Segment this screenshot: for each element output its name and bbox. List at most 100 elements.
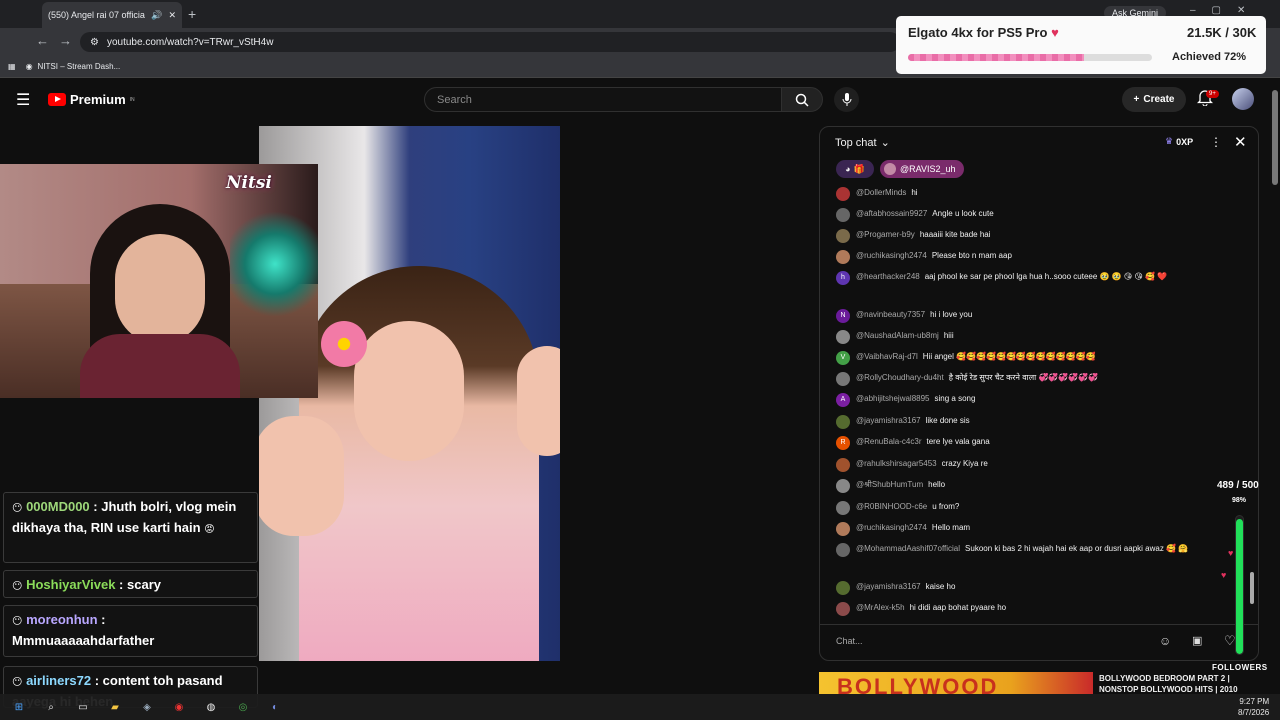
- chat-avatar[interactable]: [836, 479, 850, 493]
- chat-avatar[interactable]: R: [836, 436, 850, 450]
- chat-avatar[interactable]: [836, 543, 850, 557]
- chat-author[interactable]: @jayamishra3167: [856, 582, 921, 591]
- chat-message[interactable]: @jayamishra3167 kaise ho: [836, 581, 1236, 595]
- chat-message[interactable]: @RollyChoudhary-du4ht है कोई रेड सुपर चैट…: [836, 372, 1236, 386]
- chat-avatar[interactable]: [836, 501, 850, 515]
- chat-input[interactable]: [836, 632, 1156, 650]
- bookmark-item[interactable]: ◉ NITSI – Stream Dash...: [26, 62, 121, 71]
- chat-text: Please bto n mam aap: [931, 251, 1012, 260]
- chat-author[interactable]: @RenuBala-c4c3r: [856, 437, 921, 446]
- chat-author[interactable]: @DollerMinds: [856, 188, 906, 197]
- chat-avatar[interactable]: [836, 330, 850, 344]
- chat-avatar[interactable]: h: [836, 271, 850, 285]
- chat-message[interactable]: @ruchikasingh2474 Hello mam: [836, 522, 1236, 536]
- chat-author[interactable]: @ruchikasingh2474: [856, 523, 927, 532]
- obs-icon[interactable]: ◉: [170, 698, 188, 716]
- file-explorer-icon[interactable]: ▰: [106, 698, 124, 716]
- chat-author[interactable]: @MohammadAashif07official: [856, 544, 960, 553]
- chat-author[interactable]: @Progamer-b9y: [856, 230, 915, 239]
- chat-message[interactable]: @jayamishra3167 like done sis: [836, 415, 1236, 429]
- chat-avatar[interactable]: N: [836, 309, 850, 323]
- chat-avatar[interactable]: A: [836, 393, 850, 407]
- chat-author[interactable]: @navinbeauty7357: [856, 310, 925, 319]
- discord-icon[interactable]: ◐: [266, 698, 284, 716]
- app-icon[interactable]: ◍: [202, 698, 220, 716]
- emoji-icon[interactable]: ☺: [1159, 634, 1171, 648]
- new-tab-button[interactable]: +: [188, 6, 196, 22]
- window-controls[interactable]: –▢✕: [1190, 5, 1261, 16]
- chat-avatar[interactable]: [836, 229, 850, 243]
- chat-message[interactable]: A @abhijitshejwal8895 sing a song: [836, 393, 1236, 407]
- search-icon[interactable]: ⌕: [42, 698, 60, 716]
- site-info-icon[interactable]: ⚙: [90, 37, 99, 48]
- more-options-icon[interactable]: ⋮: [1210, 135, 1222, 149]
- search-button[interactable]: [781, 87, 823, 112]
- task-view-icon[interactable]: ▭: [74, 698, 92, 716]
- steam-icon[interactable]: ◈: [138, 698, 156, 716]
- chat-message[interactable]: @aftabhossain9927 Angle u look cute: [836, 208, 1236, 222]
- chat-message[interactable]: @rahulkshirsagar5453 crazy Kiya re: [836, 458, 1236, 472]
- chat-message[interactable]: @DollerMinds hi: [836, 187, 1236, 201]
- chat-mode-selector[interactable]: Top chat ⌄: [835, 136, 890, 150]
- xp-badge[interactable]: ♛ 0XP: [1165, 136, 1193, 147]
- create-button[interactable]: + Create: [1122, 87, 1186, 112]
- chat-author[interactable]: @ruchikasingh2474: [856, 251, 927, 260]
- gift-ticker[interactable]: ◕ 🎁: [836, 160, 874, 178]
- audio-icon[interactable]: 🔊: [151, 10, 162, 21]
- chat-message[interactable]: V @VaibhavRaj-d7l Hii angel 🥰🥰🥰🥰🥰🥰🥰🥰🥰🥰🥰🥰🥰🥰: [836, 351, 1236, 365]
- chat-avatar[interactable]: [836, 187, 850, 201]
- chat-scrollbar[interactable]: [1248, 186, 1254, 616]
- recommended-title[interactable]: BOLLYWOOD BEDROOM PART 2 | NONSTOP BOLLY…: [1099, 673, 1259, 695]
- super-chat-icon[interactable]: ▣: [1192, 634, 1202, 647]
- chat-avatar[interactable]: [836, 602, 850, 616]
- tab-close-icon[interactable]: ✕: [168, 10, 176, 21]
- chat-author[interactable]: @श्रीShubHumTum: [856, 480, 923, 489]
- overlay-chat-message: 😶 000MD000 : Jhuth bolri, vlog mein dikh…: [3, 492, 258, 563]
- voice-search-button[interactable]: [834, 87, 859, 112]
- chat-author[interactable]: @hearthacker248: [856, 272, 920, 281]
- chat-avatar[interactable]: [836, 458, 850, 472]
- hamburger-menu-icon[interactable]: ☰: [16, 90, 30, 110]
- account-avatar[interactable]: [1232, 88, 1254, 110]
- chat-author[interactable]: @R0BINHOOD-c6e: [856, 502, 927, 511]
- chat-author[interactable]: @RollyChoudhary-du4ht: [856, 373, 944, 382]
- chat-message[interactable]: @Progamer-b9y haaaiii kite bade hai: [836, 229, 1236, 243]
- chat-message[interactable]: @NaushadAlam-ub8mj hiii: [836, 330, 1236, 344]
- chat-avatar[interactable]: [836, 250, 850, 264]
- browser-tab[interactable]: (550) Angel rai 07 official s 🔊 ✕: [42, 2, 182, 28]
- heart-reaction-icon[interactable]: ♡: [1224, 633, 1236, 649]
- chat-message[interactable]: h @hearthacker248 aaj phool ke sar pe phoo…: [836, 271, 1236, 285]
- chat-avatar[interactable]: [836, 208, 850, 222]
- chat-message[interactable]: @MohammadAashif07official Sukoon ki bas 2…: [836, 543, 1236, 557]
- logo-text: Premium: [70, 92, 126, 107]
- chat-message[interactable]: @ruchikasingh2474 Please bto n mam aap: [836, 250, 1236, 264]
- close-icon[interactable]: ✕: [1234, 133, 1247, 151]
- chat-author[interactable]: @MrAlex-k5h: [856, 603, 905, 612]
- chat-avatar[interactable]: V: [836, 351, 850, 365]
- chat-scroll-thumb[interactable]: [1250, 572, 1254, 604]
- chat-message[interactable]: N @navinbeauty7357 hi i love you: [836, 309, 1236, 323]
- chat-message[interactable]: @R0BINHOOD-c6e u from?: [836, 501, 1236, 515]
- page-scrollbar[interactable]: [1272, 90, 1278, 185]
- ticker-user[interactable]: @RAVIS2_uh: [880, 160, 964, 178]
- chat-avatar[interactable]: [836, 522, 850, 536]
- chat-author[interactable]: @VaibhavRaj-d7l: [856, 352, 918, 361]
- chat-avatar[interactable]: [836, 372, 850, 386]
- chat-author[interactable]: @abhijitshejwal8895: [856, 394, 930, 403]
- chrome-icon[interactable]: ◎: [234, 698, 252, 716]
- chat-author[interactable]: @rahulkshirsagar5453: [856, 459, 937, 468]
- apps-icon[interactable]: ▦: [8, 62, 16, 71]
- chat-avatar[interactable]: [836, 581, 850, 595]
- youtube-logo[interactable]: Premium IN: [48, 92, 135, 107]
- omnibox[interactable]: ⚙ youtube.com/watch?v=TRwr_vStH4w: [80, 32, 900, 52]
- chat-author[interactable]: @NaushadAlam-ub8mj: [856, 331, 939, 340]
- chat-message[interactable]: @श्रीShubHumTum hello: [836, 479, 1236, 493]
- chat-avatar[interactable]: [836, 415, 850, 429]
- recommended-thumbnail[interactable]: BOLLYWOOD: [819, 672, 1093, 694]
- chat-author[interactable]: @aftabhossain9927: [856, 209, 927, 218]
- chat-message[interactable]: @MrAlex-k5h hi didi aap bohat pyaare ho: [836, 602, 1236, 616]
- windows-start-icon[interactable]: ⊞: [10, 698, 28, 716]
- chat-author[interactable]: @jayamishra3167: [856, 416, 921, 425]
- search-input[interactable]: [437, 93, 781, 106]
- chat-message[interactable]: R @RenuBala-c4c3r tere lye vala gana: [836, 436, 1236, 450]
